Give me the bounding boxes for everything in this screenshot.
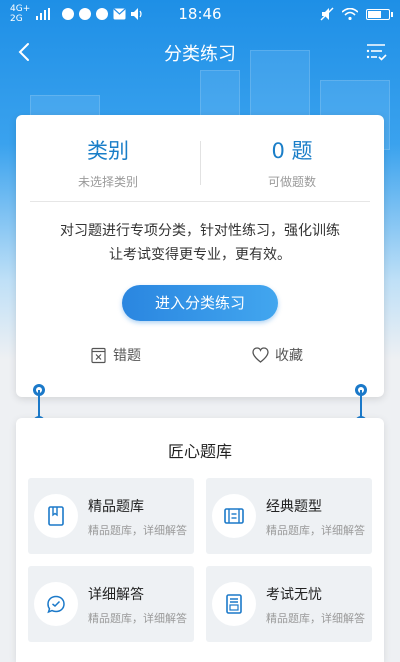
feature-subtitle: 精品题库，详细解答	[266, 524, 365, 537]
question-count: 0 题	[271, 139, 313, 163]
favorites-link[interactable]: 收藏	[252, 345, 303, 365]
wrong-book-icon	[91, 347, 106, 363]
status-bar: 4G+ 2G 18:46	[0, 0, 400, 28]
description-line: 对习题进行专项分类，针对性练习，强化训练	[60, 223, 340, 239]
category-label: 类别	[87, 139, 129, 163]
section-divider	[30, 201, 370, 202]
feature-exam-worry-free[interactable]: 考试无忧 精品题库，详细解答	[206, 566, 372, 642]
navigation-bar: 分类练习	[0, 30, 400, 74]
description: 对习题进行专项分类，针对性练习，强化训练 让考试变得更专业，更有效。	[16, 219, 384, 267]
count-stat: 0 题 可做题数	[200, 135, 384, 190]
status-time: 18:46	[178, 5, 222, 23]
question-bank-card: 匠心题库 精品题库 精品题库，详细解答 经典题型 精品题库，详细解答 详细解答 …	[16, 418, 384, 662]
feature-classic-types[interactable]: 经典题型 精品题库，详细解答	[206, 478, 372, 554]
category-stat[interactable]: 类别 未选择类别	[16, 135, 200, 190]
film-list-icon	[212, 494, 256, 538]
count-sub: 可做题数	[267, 175, 316, 189]
favorite-label: 收藏	[275, 348, 303, 364]
chat-bubble-icon	[34, 582, 78, 626]
feature-premium-bank[interactable]: 精品题库 精品题库，详细解答	[28, 478, 194, 554]
page-title: 分类练习	[164, 44, 236, 65]
feature-title: 精品题库	[88, 499, 144, 515]
category-sub: 未选择类别	[77, 175, 138, 189]
heart-icon	[252, 346, 269, 363]
wrong-label: 错题	[113, 348, 141, 364]
feature-title: 详细解答	[88, 587, 144, 603]
feature-title: 考试无忧	[266, 587, 322, 603]
feature-subtitle: 精品题库，详细解答	[266, 612, 365, 625]
list-menu-icon[interactable]	[364, 40, 388, 64]
feature-subtitle: 精品题库，详细解答	[88, 612, 187, 625]
wrong-questions-link[interactable]: 错题	[90, 345, 141, 365]
start-practice-button[interactable]: 进入分类练习	[122, 285, 278, 321]
feature-detailed-answers[interactable]: 详细解答 精品题库，详细解答	[28, 566, 194, 642]
section-heading: 匠心题库	[167, 442, 232, 461]
exam-sheet-icon	[212, 582, 256, 626]
book-icon	[34, 494, 78, 538]
battery-icon	[366, 8, 393, 20]
feature-title: 经典题型	[266, 499, 322, 515]
feature-subtitle: 精品题库，详细解答	[88, 524, 187, 537]
practice-summary-card: 类别 未选择类别 0 题 可做题数 对习题进行专项分类，针对性练习，强化训练 让…	[16, 115, 384, 397]
description-line: 让考试变得更专业，更有效。	[109, 247, 291, 263]
